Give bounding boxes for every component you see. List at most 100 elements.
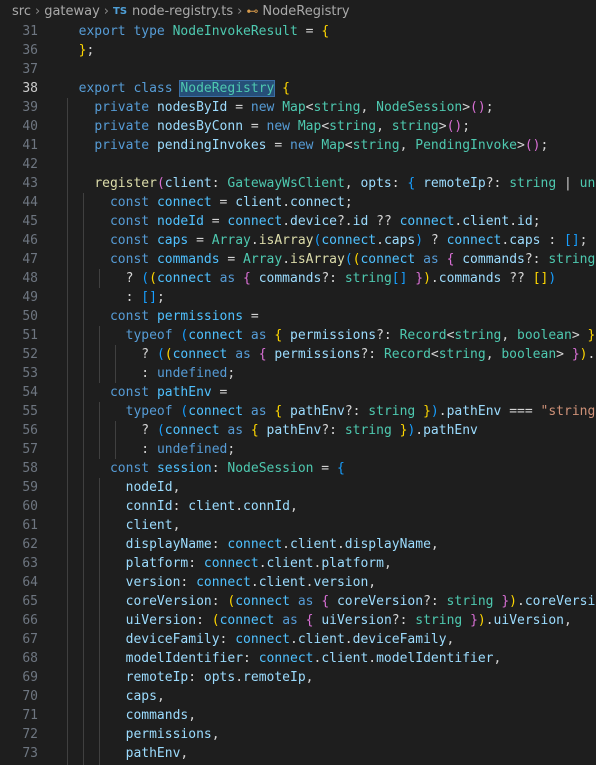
code-line[interactable]: 60 connId: client.connId, (0, 497, 596, 516)
code-line[interactable]: 63 platform: connect.client.platform, (0, 554, 596, 573)
code-token: ( (164, 347, 173, 362)
code-line[interactable]: 55 typeof (connect as { pathEnv?: string… (0, 402, 596, 421)
code-line[interactable]: 57 : undefined; (0, 440, 596, 459)
line-number: 58 (22, 461, 38, 476)
line-number: 48 (22, 271, 38, 286)
code-token: as (282, 613, 298, 628)
code-text: deviceFamily: connect.client.deviceFamil… (63, 630, 455, 649)
code-line[interactable]: 31 export type NodeInvokeResult = { (0, 22, 596, 41)
code-token: = (203, 214, 228, 229)
code-token: , (290, 499, 298, 514)
code-line[interactable]: 65 coreVersion: (connect as { coreVersio… (0, 592, 596, 611)
code-token: as (250, 404, 267, 419)
code-line[interactable]: 62 displayName: connect.client.displayNa… (0, 535, 596, 554)
code-line[interactable]: 42 (0, 155, 596, 174)
code-token: Record (383, 347, 431, 362)
code-text: typeof (connect as { permissions?: Recor… (63, 326, 596, 345)
code-line[interactable]: 54 const pathEnv = (0, 383, 596, 402)
code-token: ? (141, 423, 157, 438)
line-number: 43 (22, 176, 38, 191)
code-text: register(client: GatewayWsClient, opts: … (63, 174, 596, 193)
code-token: string (391, 119, 439, 134)
code-line[interactable]: 40 private nodesByConn = new Map<string,… (0, 117, 596, 136)
code-line[interactable]: 73 pathEnv, (0, 744, 596, 763)
code-token: pathEnv (125, 746, 181, 761)
code-line[interactable]: 50 const permissions = (0, 307, 596, 326)
code-token: connect (156, 271, 212, 286)
code-editor[interactable]: 31 export type NodeInvokeResult = {36 };… (0, 22, 596, 765)
code-token: < (344, 138, 353, 153)
code-line[interactable]: 43 register(client: GatewayWsClient, opt… (0, 174, 596, 193)
code-token: ; (540, 138, 549, 153)
code-token: [] (564, 233, 580, 248)
code-line[interactable]: 68 modelIdentifier: connect.client.model… (0, 649, 596, 668)
code-token: ) (430, 404, 439, 419)
code-line[interactable]: 52 ? ((connect as { permissions?: Record… (0, 345, 596, 364)
code-line[interactable]: 38 export class NodeRegistry { (0, 79, 596, 98)
breadcrumb-item-gateway[interactable]: gateway (44, 4, 100, 19)
code-line[interactable]: 36 }; (0, 41, 596, 60)
code-line[interactable]: 59 nodeId, (0, 478, 596, 497)
code-token: = (266, 138, 290, 153)
code-line[interactable]: 67 deviceFamily: connect.client.deviceFa… (0, 630, 596, 649)
code-line[interactable]: 66 uiVersion: (connect as { uiVersion?: … (0, 611, 596, 630)
code-token: permissions (125, 727, 212, 742)
code-text: pathEnv, (63, 744, 189, 763)
code-token: { (282, 81, 290, 96)
code-line[interactable]: 48 ? ((connect as { commands?: string[] … (0, 269, 596, 288)
code-text: : undefined; (63, 364, 235, 383)
code-text: const permissions = (63, 307, 259, 326)
code-token: const (109, 233, 150, 248)
code-line[interactable]: 61 client, (0, 516, 596, 535)
breadcrumb-item-file[interactable]: node-registry.ts (132, 4, 233, 19)
code-token: isArray (290, 252, 345, 267)
code-line[interactable]: 53 : undefined; (0, 364, 596, 383)
code-line[interactable]: 70 caps, (0, 687, 596, 706)
code-token: , (501, 328, 518, 343)
code-token: ?? (368, 214, 400, 229)
code-line[interactable]: 72 permissions, (0, 725, 596, 744)
code-token: Map (321, 138, 345, 153)
code-token: typeof (125, 328, 173, 343)
code-token: ; (485, 100, 494, 115)
code-token: connect (203, 556, 259, 571)
code-text: private nodesById = new Map<string, Node… (63, 98, 494, 117)
code-line[interactable]: 56 ? (connect as { pathEnv?: string }).p… (0, 421, 596, 440)
line-number: 50 (22, 309, 38, 324)
code-token: ( (149, 271, 157, 286)
code-line[interactable]: 71 commands, (0, 706, 596, 725)
code-line[interactable]: 64 version: connect.client.version, (0, 573, 596, 592)
code-line[interactable]: 49 : []; (0, 288, 596, 307)
code-line[interactable]: 47 const commands = Array.isArray((conne… (0, 250, 596, 269)
breadcrumb-item-src[interactable]: src (12, 4, 31, 19)
code-token: client (258, 575, 306, 590)
code-token: NodeSession (227, 461, 314, 476)
code-line[interactable]: 37 (0, 60, 596, 79)
code-token: connect (219, 613, 275, 628)
code-token: ( (156, 176, 165, 191)
code-line[interactable]: 45 const nodeId = connect.device?.id ?? … (0, 212, 596, 231)
line-number: 39 (22, 100, 38, 115)
code-line[interactable]: 39 private nodesById = new Map<string, N… (0, 98, 596, 117)
code-line[interactable]: 69 remoteIp: opts.remoteIp, (0, 668, 596, 687)
code-token: ?: (344, 404, 369, 419)
code-line[interactable]: 41 private pendingInvokes = new Map<stri… (0, 136, 596, 155)
code-token: client (188, 499, 236, 514)
code-line[interactable]: 51 typeof (connect as { permissions?: Re… (0, 326, 596, 345)
code-line[interactable]: 46 const caps = Array.isArray(connect.ca… (0, 231, 596, 250)
code-line[interactable]: 58 const session: NodeSession = { (0, 459, 596, 478)
line-number: 57 (22, 442, 38, 457)
code-line[interactable]: 44 const connect = client.connect; (0, 193, 596, 212)
code-token: export (78, 81, 126, 96)
breadcrumb-item-symbol[interactable]: NodeRegistry (262, 4, 349, 19)
code-token: connect (196, 575, 251, 590)
code-token: = (243, 309, 259, 324)
